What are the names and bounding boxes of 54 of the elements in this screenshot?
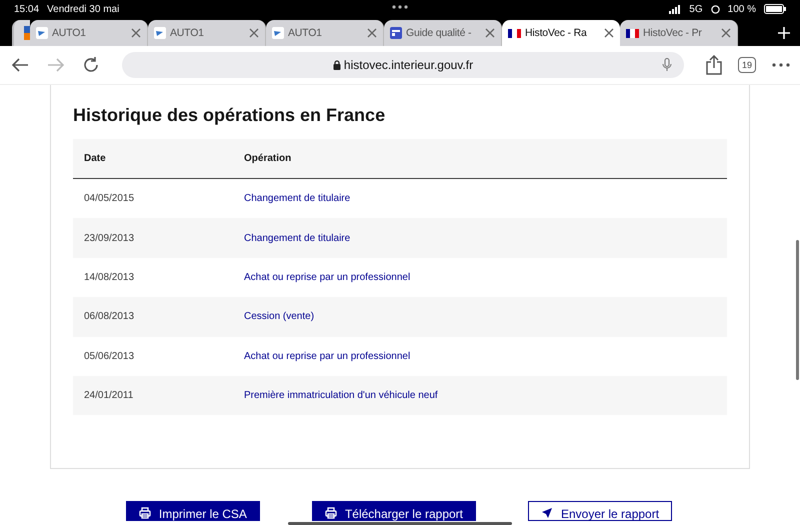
close-icon[interactable] bbox=[248, 27, 260, 39]
status-time: 15:04 bbox=[14, 4, 40, 14]
operation-cell-text: Changement de titulaire bbox=[244, 193, 352, 204]
send-icon bbox=[541, 507, 553, 520]
action-button[interactable]: Télécharger le rapport bbox=[312, 501, 476, 522]
date-cell-text: 23/09/2013 bbox=[84, 232, 136, 244]
printer-icon bbox=[324, 507, 337, 520]
date-cell-text: 06/08/2013 bbox=[84, 311, 136, 322]
flag-icon bbox=[626, 28, 639, 38]
share-icon[interactable] bbox=[706, 55, 722, 75]
date-cell-text: 14/08/2013 bbox=[84, 272, 136, 283]
new-tab-icon[interactable] bbox=[776, 25, 792, 41]
operation-cell-text: Première immatriculation d'un véhicule neuf bbox=[244, 390, 439, 402]
printer-icon bbox=[138, 507, 151, 520]
action-button[interactable]: Imprimer le CSA bbox=[126, 501, 260, 522]
operation-cell-text: Achat ou reprise par un professionnel bbox=[244, 350, 412, 362]
close-icon[interactable] bbox=[484, 27, 496, 39]
stacked-tabs-icon[interactable] bbox=[12, 20, 30, 46]
status-date: Vendredi 30 mai bbox=[47, 4, 120, 14]
browser-tab[interactable]: AUTO1 bbox=[266, 20, 384, 46]
flag-icon bbox=[508, 28, 521, 38]
browser-tab[interactable]: HistoVec - Ra bbox=[502, 20, 620, 46]
browser-tab[interactable]: AUTO1 bbox=[148, 20, 266, 46]
column-header: Opération bbox=[244, 153, 292, 164]
date-cell-text: 24/01/2011 bbox=[84, 390, 134, 402]
column-header: Date bbox=[84, 153, 107, 164]
microphone-icon[interactable] bbox=[662, 58, 672, 72]
browser-tab[interactable]: HistoVec - Pr bbox=[620, 20, 738, 46]
operation-cell-text: Changement de titulaire bbox=[244, 232, 352, 244]
more-icon[interactable] bbox=[772, 63, 790, 67]
close-icon[interactable] bbox=[366, 27, 378, 39]
multitasking-icon[interactable] bbox=[392, 5, 408, 9]
reload-icon[interactable] bbox=[82, 56, 100, 74]
network-label: 5G bbox=[689, 4, 703, 14]
browser-tab[interactable]: Guide qualité - bbox=[384, 20, 502, 46]
close-icon[interactable] bbox=[720, 27, 732, 39]
action-button[interactable]: Envoyer le rapport bbox=[528, 501, 672, 522]
section-title: Historique des opérations en France bbox=[73, 105, 386, 127]
battery-icon bbox=[764, 4, 786, 14]
tab-count[interactable]: 19 bbox=[738, 57, 756, 73]
signal-icon bbox=[669, 4, 682, 14]
browser-tab[interactable]: AUTO1 bbox=[30, 20, 148, 46]
battery-percent: 100 % bbox=[728, 4, 756, 14]
date-cell-text: 05/06/2013 bbox=[84, 350, 136, 362]
close-icon[interactable] bbox=[603, 27, 615, 39]
address-bar[interactable]: histovec.interieur.gouv.fr bbox=[122, 52, 684, 78]
operation-cell-text: Cession (vente) bbox=[244, 311, 316, 322]
close-icon[interactable] bbox=[130, 27, 142, 39]
back-icon[interactable] bbox=[10, 57, 30, 73]
date-cell-text: 04/05/2015 bbox=[84, 193, 136, 204]
lock-icon bbox=[332, 60, 341, 70]
operation-cell-text: Achat ou reprise par un professionnel bbox=[244, 272, 412, 283]
document-icon bbox=[390, 27, 402, 39]
scrollbar[interactable] bbox=[796, 240, 799, 380]
